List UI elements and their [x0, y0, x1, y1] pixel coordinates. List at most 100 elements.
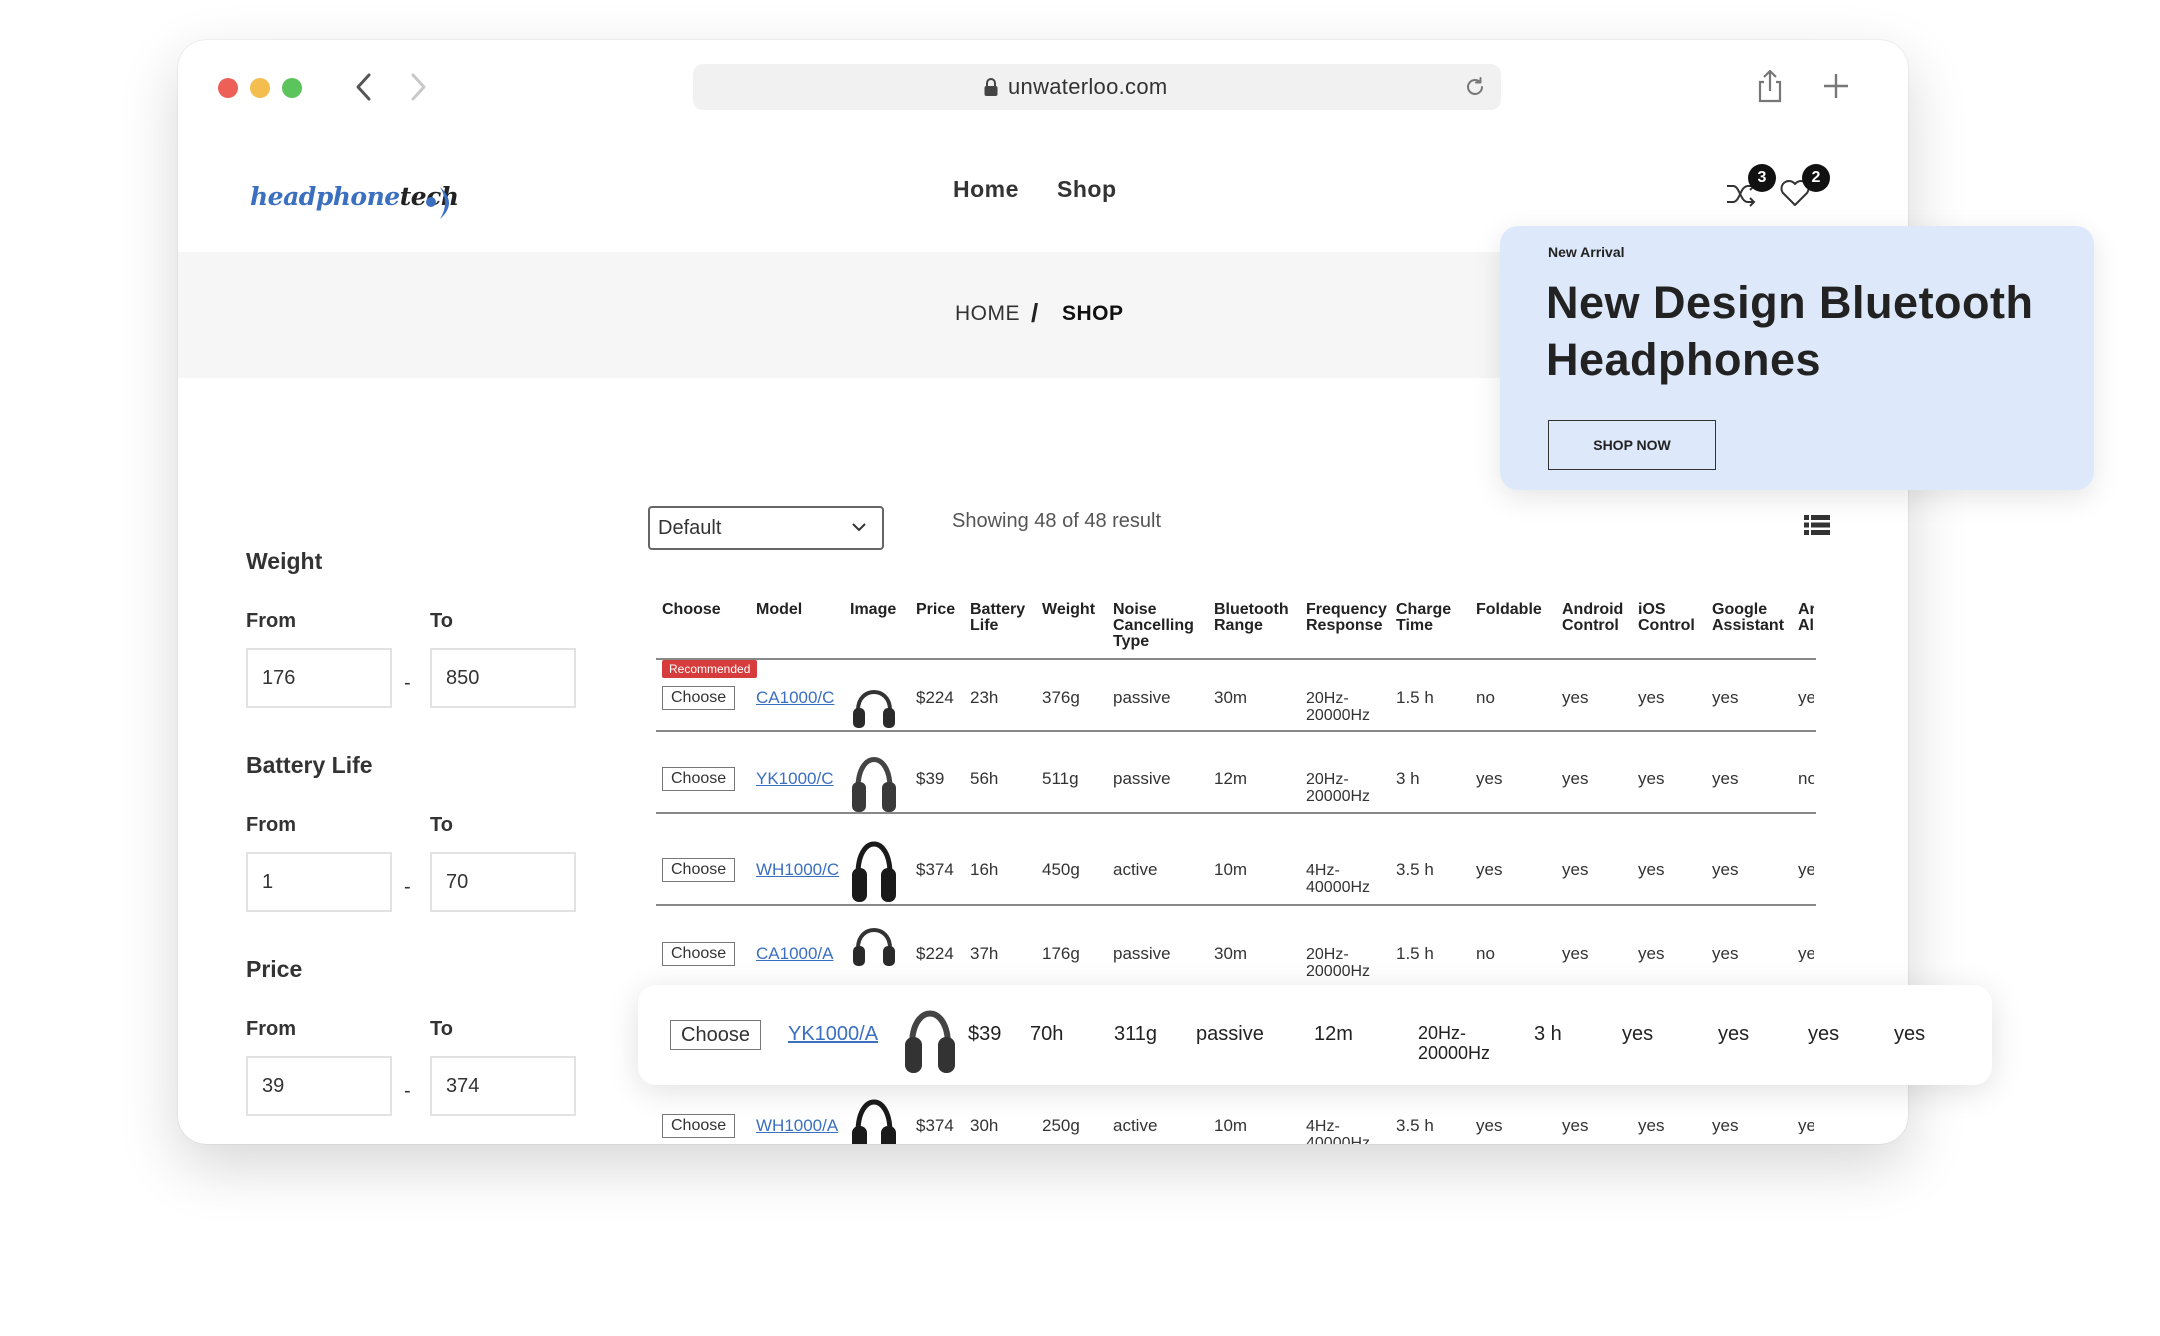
price-from-input[interactable]: 39	[246, 1056, 392, 1116]
choose-button[interactable]: Choose	[662, 1114, 736, 1138]
chevron-down-icon	[852, 523, 866, 532]
col-header-model: Model	[756, 601, 803, 618]
price-cell: $224	[916, 688, 954, 707]
headphone-thumbnail	[853, 928, 895, 966]
forward-icon[interactable]	[404, 70, 432, 104]
price-to-label: To	[430, 1018, 453, 1040]
frequency-cell: 20Hz- 20000Hz	[1418, 1023, 1491, 1063]
choose-button[interactable]: Choose	[662, 767, 736, 791]
bluetooth-cell: 10m	[1214, 860, 1248, 879]
model-link[interactable]: CA1000/C	[756, 688, 834, 708]
battery-filter-title: Battery Life	[246, 752, 373, 778]
price-from-label: From	[246, 1018, 296, 1040]
headphone-thumbnail	[905, 1010, 955, 1073]
google-cell: yes	[1712, 688, 1739, 707]
address-bar[interactable]: unwaterloo.com	[693, 64, 1501, 110]
price-filter-title: Price	[246, 956, 303, 982]
col-header-noise: Noise Cancelling Type	[1113, 601, 1194, 650]
site-logo[interactable]: headphonetech	[250, 172, 460, 222]
table-divider	[656, 904, 1816, 906]
choose-button[interactable]: Choose	[670, 1020, 761, 1050]
price-cell: $374	[916, 860, 954, 879]
noise-cell: passive	[1196, 1023, 1264, 1045]
model-link[interactable]: WH1000/C	[756, 860, 839, 880]
choose-button[interactable]: Choose	[662, 686, 736, 710]
model-link[interactable]: CA1000/A	[756, 944, 834, 964]
headphone-thumbnail	[853, 690, 895, 728]
minimize-window-button[interactable]	[250, 78, 270, 98]
battery-cell: 23h	[970, 688, 999, 707]
truncated-cell: ye	[1798, 945, 1814, 962]
maximize-window-button[interactable]	[282, 78, 302, 98]
col-header-google: Google Assistant	[1712, 601, 1785, 634]
col-header-truncated: Ar Al	[1798, 602, 1814, 634]
col-header-foldable: Foldable	[1476, 601, 1542, 618]
model-link[interactable]: WH1000/A	[756, 1116, 838, 1136]
model-link[interactable]: YK1000/A	[788, 1024, 878, 1044]
promo-eyebrow: New Arrival	[1548, 244, 1625, 260]
truncated-cell: no	[1798, 770, 1814, 787]
stage: unwaterloo.com headphonetech	[0, 0, 2160, 1336]
google-cell: yes	[1712, 1116, 1739, 1135]
col-header-bluetooth: Bluetooth Range	[1214, 601, 1289, 634]
choose-button[interactable]: Choose	[662, 858, 736, 882]
android-cell: yes	[1562, 1116, 1589, 1135]
weight-to-label: To	[430, 610, 453, 632]
charge-cell: 3 h	[1534, 1023, 1562, 1045]
foldable-cell: yes	[1622, 1023, 1654, 1045]
breadcrumb-current: SHOP	[1062, 302, 1124, 325]
table-divider	[656, 730, 1816, 732]
shop-now-button[interactable]: SHOP NOW	[1548, 420, 1716, 470]
reload-icon[interactable]	[1463, 75, 1487, 99]
col-header-image: Image	[850, 601, 897, 618]
battery-to-input[interactable]: 70	[430, 852, 576, 912]
noise-cell: passive	[1113, 688, 1171, 707]
frequency-cell: 20Hz- 20000Hz	[1306, 771, 1371, 805]
foldable-cell: yes	[1476, 1116, 1503, 1135]
bluetooth-cell: 12m	[1214, 769, 1248, 788]
choose-button[interactable]: Choose	[662, 942, 736, 966]
breadcrumb-home[interactable]: HOME	[955, 302, 1020, 326]
charge-cell: 3.5 h	[1396, 1116, 1434, 1135]
ios-cell: yes	[1638, 944, 1665, 963]
weight-from-input[interactable]: 176	[246, 648, 392, 708]
range-dash: -	[404, 1080, 411, 1102]
google-cell: yes	[1712, 860, 1739, 879]
battery-cell: 70h	[1030, 1023, 1064, 1045]
close-window-button[interactable]	[218, 78, 238, 98]
weight-cell: 250g	[1042, 1116, 1080, 1135]
price-cell: $224	[916, 944, 954, 963]
result-count: Showing 48 of 48 result	[952, 510, 1162, 532]
battery-cell: 37h	[970, 944, 999, 963]
range-dash: -	[404, 672, 411, 694]
share-icon[interactable]	[1752, 68, 1788, 104]
sort-select[interactable]: Default	[648, 506, 884, 550]
nav-home[interactable]: Home	[953, 176, 1019, 203]
headphone-thumbnail	[852, 757, 896, 812]
col-header-frequency: Frequency Response	[1306, 601, 1387, 634]
price-to-input[interactable]: 374	[430, 1056, 576, 1116]
google-cell: yes	[1894, 1023, 1926, 1045]
weight-cell: 176g	[1042, 944, 1080, 963]
frequency-cell: 4Hz- 40000Hz	[1306, 1118, 1371, 1144]
list-view-icon[interactable]	[1804, 514, 1830, 536]
back-icon[interactable]	[350, 70, 378, 104]
promo-title: New Design Bluetooth Headphones	[1546, 277, 2034, 385]
col-header-weight: Weight	[1042, 601, 1096, 618]
new-arrival-promo-card: New Arrival New Design Bluetooth Headpho…	[1500, 226, 2094, 490]
noise-cell: active	[1113, 1116, 1158, 1135]
ios-cell: yes	[1638, 1116, 1665, 1135]
truncated-cell: ye	[1798, 861, 1814, 878]
battery-from-input[interactable]: 1	[246, 852, 392, 912]
foldable-cell: yes	[1476, 769, 1503, 788]
sort-select-value: Default	[658, 517, 722, 539]
battery-cell: 56h	[970, 769, 999, 788]
weight-to-input[interactable]: 850	[430, 648, 576, 708]
model-link[interactable]: YK1000/C	[756, 769, 834, 789]
frequency-cell: 4Hz- 40000Hz	[1306, 862, 1371, 896]
new-tab-icon[interactable]	[1818, 68, 1854, 104]
headphone-thumbnail	[852, 841, 896, 902]
weight-cell: 511g	[1042, 769, 1079, 788]
nav-shop[interactable]: Shop	[1057, 176, 1117, 203]
lock-icon	[984, 78, 998, 96]
